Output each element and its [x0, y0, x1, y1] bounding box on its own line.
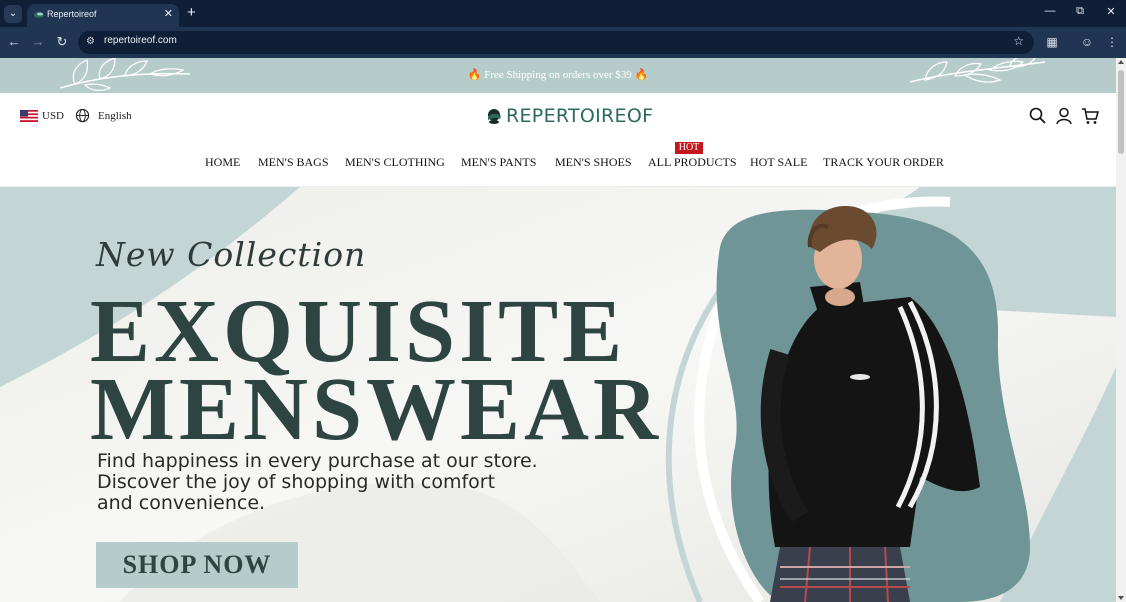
- leaf-decoration-right: [909, 58, 1046, 83]
- nav-item-mens-shoes[interactable]: MEN'S SHOES: [555, 155, 632, 170]
- tab-title: Repertoireof: [47, 9, 97, 19]
- browser-tab-bar: ⌄ Repertoireof ✕ + — ⧉ ✕: [0, 0, 1126, 27]
- close-window-icon[interactable]: ✕: [1101, 5, 1121, 18]
- hero-tagline-line2: Discover the joy of shopping with comfor…: [97, 471, 496, 493]
- back-icon[interactable]: ←: [5, 34, 23, 50]
- menu-icon[interactable]: ⋮: [1103, 34, 1121, 50]
- page-scrollbar[interactable]: [1116, 58, 1126, 602]
- scroll-up-icon[interactable]: [1118, 60, 1124, 64]
- site-logo[interactable]: REPERTOIREOF: [485, 105, 653, 127]
- logo-mark-icon: [488, 109, 501, 124]
- nav-item-mens-pants[interactable]: MEN'S PANTS: [461, 155, 536, 170]
- nav-item-track-order[interactable]: TRACK YOUR ORDER: [823, 155, 944, 170]
- hero-tagline-line3: and convenience.: [97, 492, 266, 514]
- currency-selector[interactable]: USD: [20, 110, 64, 122]
- reload-icon[interactable]: ↻: [53, 34, 71, 50]
- forward-icon[interactable]: →: [29, 34, 47, 50]
- main-nav: HOME MEN'S BAGS MEN'S CLOTHING MEN'S PAN…: [0, 155, 1116, 175]
- globe-icon: [75, 108, 90, 123]
- logo-text: REPERTOIREOF: [506, 105, 654, 127]
- profile-icon[interactable]: ☺: [1078, 34, 1096, 50]
- account-icon[interactable]: [1054, 106, 1074, 126]
- shop-now-button[interactable]: SHOP NOW: [96, 542, 298, 588]
- nav-item-home[interactable]: HOME: [205, 155, 240, 170]
- cart-icon[interactable]: [1080, 106, 1100, 126]
- nav-item-hot-sale[interactable]: HOT SALE: [750, 155, 807, 170]
- tab-list-icon[interactable]: ⌄: [4, 5, 22, 23]
- search-icon[interactable]: [1028, 106, 1048, 126]
- star-icon[interactable]: ☆: [1013, 34, 1024, 48]
- hot-badge: HOT: [675, 142, 703, 154]
- nav-item-all-products[interactable]: ALL PRODUCTS: [648, 155, 737, 170]
- announcement-bar: 🔥 Free Shipping on orders over $39 🔥: [0, 58, 1116, 93]
- hero-headline-line2: MENSWEAR: [90, 360, 663, 459]
- hero-tagline: Find happiness in every purchase at our …: [97, 451, 577, 514]
- extensions-icon[interactable]: ▦: [1043, 34, 1061, 50]
- address-bar[interactable]: ⚙ repertoireof.com ☆: [78, 31, 1034, 54]
- web-page: 🔥 Free Shipping on orders over $39 🔥 USD: [0, 58, 1116, 602]
- hero-banner: New Collection EXQUISITE MENSWEAR Find h…: [0, 187, 1116, 602]
- favicon-icon: [34, 12, 44, 18]
- site-header: USD English REPERTOIREOF HOT HOME MEN'S …: [0, 93, 1116, 187]
- us-flag-icon: [20, 110, 38, 122]
- nav-item-mens-clothing[interactable]: MEN'S CLOTHING: [345, 155, 445, 170]
- hero-tagline-line1: Find happiness in every purchase at our …: [97, 450, 538, 472]
- site-info-icon[interactable]: ⚙: [86, 36, 95, 47]
- nav-item-mens-bags[interactable]: MEN'S BAGS: [258, 155, 329, 170]
- language-selector[interactable]: English: [75, 108, 132, 123]
- url-text[interactable]: repertoireof.com: [104, 35, 177, 46]
- scroll-down-icon[interactable]: [1118, 596, 1124, 600]
- close-icon[interactable]: ✕: [164, 7, 173, 20]
- plus-icon[interactable]: +: [187, 4, 196, 22]
- hero-script-title: New Collection: [96, 235, 367, 274]
- minimize-icon[interactable]: —: [1040, 5, 1060, 17]
- language-label: English: [98, 109, 132, 122]
- scroll-thumb[interactable]: [1118, 70, 1124, 154]
- browser-tab[interactable]: Repertoireof ✕: [27, 4, 179, 27]
- restore-icon[interactable]: ⧉: [1070, 5, 1090, 18]
- browser-toolbar: ← → ↻ ⚙ repertoireof.com ☆ ▦ ☺ ⋮: [0, 27, 1126, 58]
- hero-model-image: [716, 206, 1030, 602]
- currency-label: USD: [42, 110, 65, 122]
